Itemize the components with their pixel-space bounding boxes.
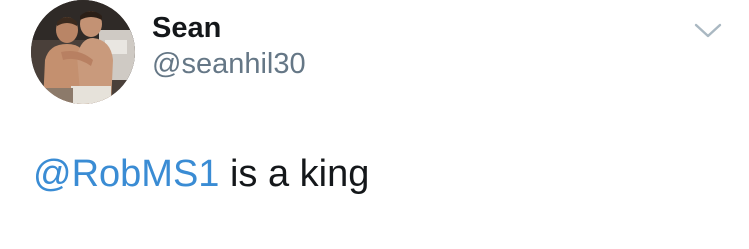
mention-link[interactable]: @RobMS1 (33, 153, 219, 195)
author-display-name[interactable]: Sean (152, 12, 221, 44)
tweet-body-text: is a king (219, 153, 370, 195)
profile-photo-icon (31, 0, 135, 104)
avatar[interactable] (31, 0, 135, 104)
tweet-card: Sean @seanhil30 @RobMS1 is a king (0, 0, 749, 249)
author-handle[interactable]: @seanhil30 (152, 48, 306, 80)
chevron-down-icon[interactable] (693, 20, 723, 40)
tweet-text: @RobMS1 is a king (33, 152, 369, 196)
